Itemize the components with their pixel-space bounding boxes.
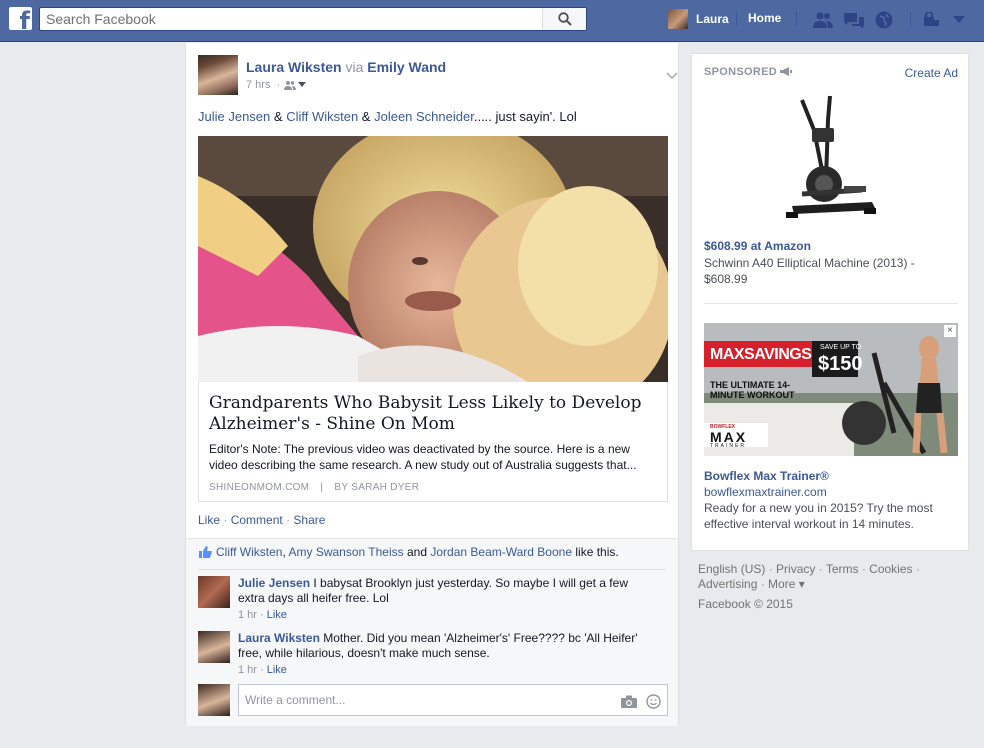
notifications-icon[interactable] [873,9,895,31]
footer-link-privacy[interactable]: Privacy [776,562,815,576]
search-input[interactable] [40,8,542,30]
banner-save-amount: $150 [818,353,863,375]
via-text: via [345,59,364,75]
footer-link-language[interactable]: English (US) [698,562,765,576]
user-name: Laura [696,12,729,26]
banner-save-label: SAVE UP TO [820,344,862,351]
friends-icon [284,81,297,90]
footer-link-more[interactable]: More [768,577,795,591]
link-description: Editor's Note: The previous video was de… [209,442,637,472]
post-timestamp[interactable]: 7 hrs [246,79,270,91]
commenter-avatar[interactable] [198,631,230,663]
sponsored-label: SPONSORED [704,66,793,78]
divider [704,303,958,304]
tagged-user[interactable]: Joleen Schneider [374,109,474,124]
link-title[interactable]: Grandparents Who Babysit Less Likely to … [209,393,649,435]
via-name[interactable]: Emily Wand [367,59,446,75]
link-preview-image[interactable] [198,136,668,382]
author-line: Laura Wiksten via Emily Wand [246,59,446,75]
ad-body: Schwinn A40 Elliptical Machine (2013) - … [704,256,915,286]
footer-links: English (US) · Privacy · Terms · Cookies… [698,562,920,591]
audience-selector[interactable] [284,80,307,90]
commenter-name[interactable]: Laura Wiksten [238,631,320,645]
search-box [39,7,587,31]
ad-domain[interactable]: bowflexmaxtrainer.com [704,485,827,499]
liker-name[interactable]: Amy Swanson Theiss [288,545,403,559]
ad-title[interactable]: $608.99 at Amazon [704,239,811,253]
thumbs-up-icon [199,546,212,558]
account-menu-icon[interactable] [948,9,970,31]
link-domain: SHINEONMOM.COM [209,482,310,493]
post-actions: Like · Comment · Share [198,513,326,527]
share-button[interactable]: Share [293,513,325,527]
ad-image-elliptical[interactable] [772,90,882,226]
divider [796,12,797,26]
friend-requests-icon[interactable] [812,9,834,31]
comment-input[interactable] [239,685,609,715]
close-icon[interactable]: × [944,325,956,337]
footer-link-terms[interactable]: Terms [826,562,859,576]
post-options-icon[interactable] [666,69,678,83]
search-button[interactable] [542,8,586,30]
facebook-logo[interactable]: f [9,7,32,30]
post-message: Julie Jensen & Cliff Wiksten & Joleen Sc… [198,109,577,124]
footer-link-advertising[interactable]: Advertising [698,577,757,591]
profile-link[interactable]: Laura [668,9,729,29]
tagged-user[interactable]: Cliff Wiksten [286,109,358,124]
copyright: Facebook © 2015 [698,597,793,611]
post-header: Laura Wiksten via Emily Wand 7 hrs · [198,55,678,99]
link-source: SHINEONMOM.COM | BY SARAH DYER [209,482,419,493]
separator: | [320,482,324,493]
avatar [668,9,688,29]
banner-brand-sub: TRAINER [710,443,746,449]
caret-down-icon[interactable]: ▾ [799,577,805,591]
ad-title[interactable]: Bowflex Max Trainer® [704,469,829,483]
link-byline: BY SARAH DYER [334,482,420,493]
messages-icon[interactable] [843,9,865,31]
sponsored-ads-panel: SPONSORED Create Ad $608.99 at Amazon Sc… [691,53,969,551]
author-name[interactable]: Laura Wiksten [246,59,342,75]
commenter-avatar[interactable] [198,576,230,608]
banner-headline: MAXSAVINGS [710,346,812,363]
commenter-name[interactable]: Julie Jensen [238,576,310,590]
divider [910,12,911,26]
comment-button[interactable]: Comment [231,513,283,527]
link-preview[interactable]: Grandparents Who Babysit Less Likely to … [198,136,668,502]
create-ad-link[interactable]: Create Ad [905,66,958,80]
divider [736,12,737,26]
news-feed-post: Laura Wiksten via Emily Wand 7 hrs · Jul… [185,43,679,726]
comment-like-button[interactable]: Like [267,609,287,621]
banner-subheadline: THE ULTIMATE 14-MINUTE WORKOUT [710,380,795,400]
comment-time[interactable]: 1 hr [238,664,257,676]
emoji-icon[interactable] [645,693,661,709]
ads-header: SPONSORED Create Ad [704,66,958,80]
comment-input-box [238,684,668,716]
like-button[interactable]: Like [198,513,220,527]
footer-link-cookies[interactable]: Cookies [869,562,912,576]
home-link[interactable]: Home [748,11,781,25]
ad-image-bowflex[interactable]: MAXSAVINGS SAVE UP TO $150 THE ULTIMATE … [704,323,958,456]
top-navigation-bar: f Laura Home [0,0,984,42]
comment-composer [198,684,668,716]
megaphone-icon [780,67,793,76]
liker-name[interactable]: Jordan Beam-Ward Boone [430,545,572,559]
author-avatar[interactable] [198,55,238,95]
search-icon [557,12,572,26]
privacy-shortcuts-icon[interactable] [921,9,943,31]
feedback-section: Cliff Wiksten, Amy Swanson Theiss and Jo… [186,538,678,726]
avatar [198,684,230,716]
comment-time[interactable]: 1 hr [238,609,257,621]
likes-summary: Cliff Wiksten, Amy Swanson Theiss and Jo… [198,545,619,559]
post-meta: 7 hrs · [246,79,307,91]
comment-like-button[interactable]: Like [267,664,287,676]
chevron-down-icon [298,82,307,87]
ad-body: Ready for a new you in 2015? Try the mos… [704,501,933,531]
liker-name[interactable]: Cliff Wiksten [216,545,282,559]
tagged-user[interactable]: Julie Jensen [198,109,270,124]
camera-icon[interactable] [621,693,637,709]
divider [198,569,666,570]
